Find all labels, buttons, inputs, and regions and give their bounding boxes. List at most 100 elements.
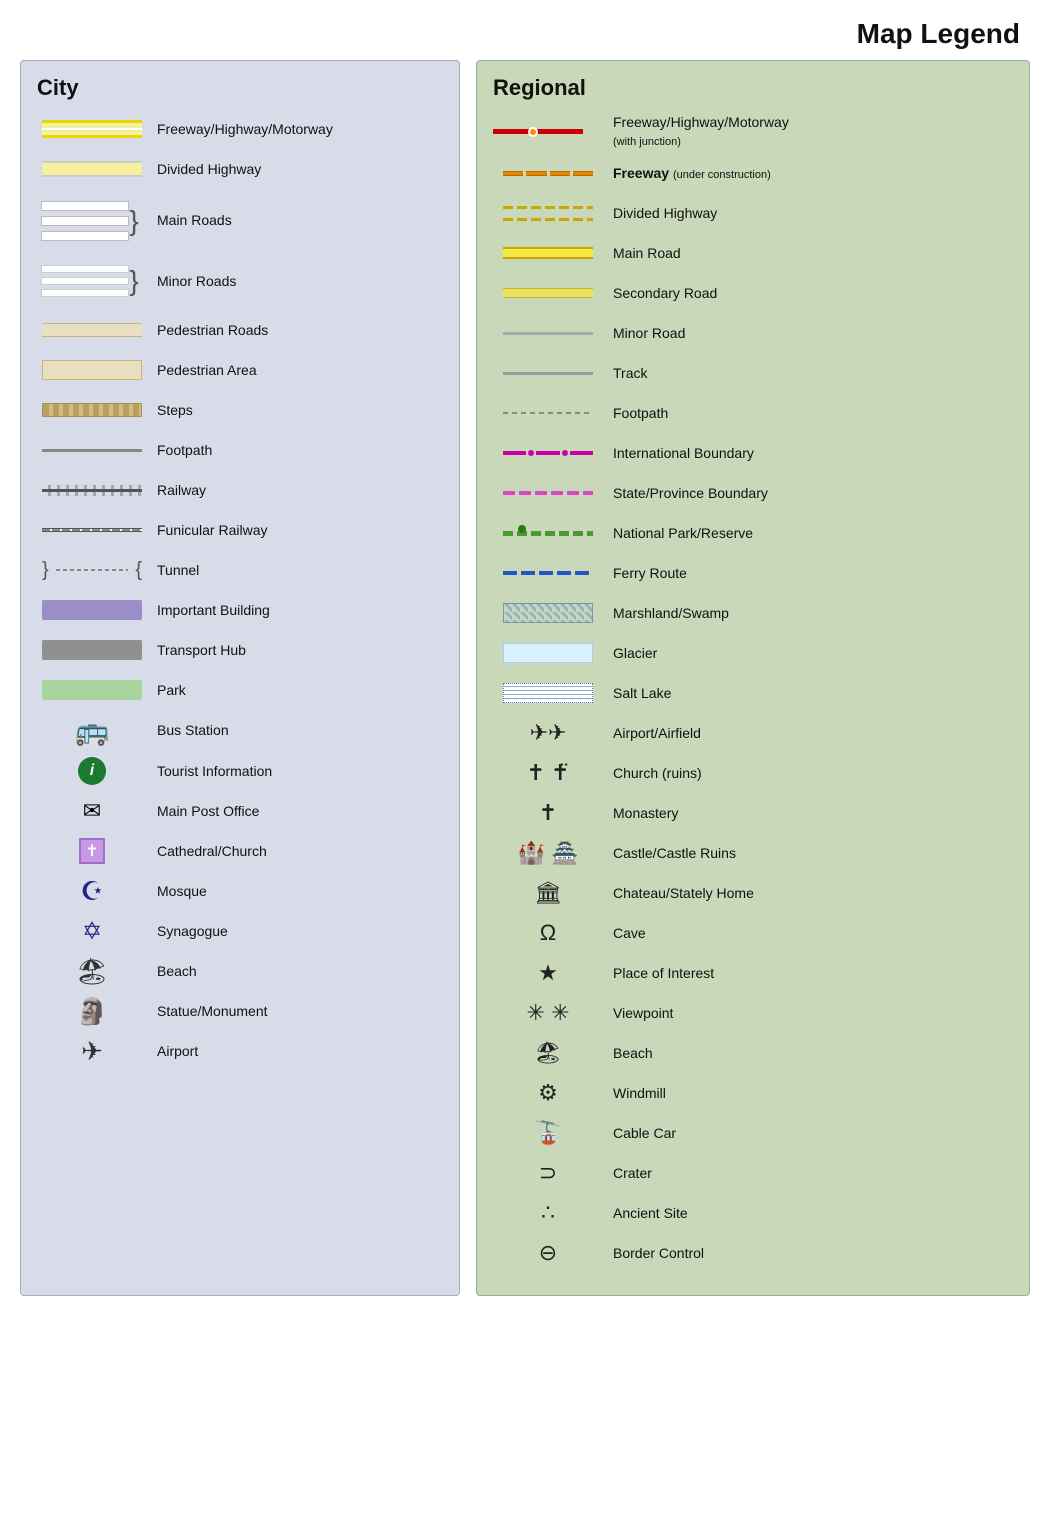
label-ped-area: Pedestrian Area <box>147 361 443 379</box>
label-airport-city: Airport <box>147 1042 443 1060</box>
list-item: National Park/Reserve <box>493 517 1013 549</box>
label-reg-main: Main Road <box>603 244 1013 262</box>
label-reg-marsh: Marshland/Swamp <box>603 604 1013 622</box>
list-item: Glacier <box>493 637 1013 669</box>
symbol-reg-airport: ✈✈ <box>493 720 603 746</box>
bracket-left-icon: } <box>42 560 49 580</box>
list-item: ✈✈ Airport/Airfield <box>493 717 1013 749</box>
list-item: State/Province Boundary <box>493 477 1013 509</box>
list-item: 🏛 Chateau/Stately Home <box>493 877 1013 909</box>
list-item: Marshland/Swamp <box>493 597 1013 629</box>
label-freeway: Freeway/Highway/Motorway <box>147 120 443 138</box>
viewpoint-icon: ✳ ✳ <box>527 1000 570 1026</box>
list-item: Divided Highway <box>493 197 1013 229</box>
symbol-mosque: ☪ <box>37 876 147 907</box>
label-cathedral: Cathedral/Church <box>147 842 443 860</box>
statue-icon: 🗿 <box>76 996 108 1027</box>
label-steps: Steps <box>147 401 443 419</box>
symbol-reg-cablecar: 🚡 <box>493 1120 603 1146</box>
crater-icon: ⊃ <box>539 1160 557 1186</box>
list-item: ✡ Synagogue <box>37 915 443 947</box>
label-reg-secondary: Secondary Road <box>603 284 1013 302</box>
label-reg-divided: Divided Highway <box>603 204 1013 222</box>
list-item: Footpath <box>493 397 1013 429</box>
star-icon: ★ <box>538 960 558 986</box>
symbol-transport-hub <box>37 640 147 660</box>
symbol-reg-minor <box>493 332 603 335</box>
cross-icon: ✝ ✝̈ <box>527 760 570 786</box>
list-item: Minor Road <box>493 317 1013 349</box>
label-reg-beach: Beach <box>603 1044 1013 1062</box>
symbol-reg-castle: 🏰 🏯 <box>493 840 603 866</box>
cave-icon: Ω <box>540 920 556 946</box>
label-reg-saltlake: Salt Lake <box>603 684 1013 702</box>
label-reg-track: Track <box>603 364 1013 382</box>
label-reg-monastery: Monastery <box>603 804 1013 822</box>
label-important-building: Important Building <box>147 601 443 619</box>
label-reg-airport: Airport/Airfield <box>603 724 1013 742</box>
label-reg-state: State/Province Boundary <box>603 484 1013 502</box>
symbol-synagogue: ✡ <box>37 917 147 946</box>
symbol-reg-track <box>493 372 603 375</box>
bus-icon: 🚌 <box>75 714 110 747</box>
symbol-reg-poi: ★ <box>493 960 603 986</box>
list-item: i Tourist Information <box>37 755 443 787</box>
symbol-reg-church: ✝ ✝̈ <box>493 760 603 786</box>
chateau-icon: 🏛 <box>534 880 562 906</box>
symbol-reg-crater: ⊃ <box>493 1160 603 1186</box>
bracket-right-icon: { <box>135 560 142 580</box>
label-statue: Statue/Monument <box>147 1002 443 1020</box>
label-reg-cablecar: Cable Car <box>603 1124 1013 1142</box>
beach-reg-icon: 🏖 <box>534 1040 562 1066</box>
list-item: ⚙ Windmill <box>493 1077 1013 1109</box>
label-reg-poi: Place of Interest <box>603 964 1013 982</box>
airport-icon: ✈ <box>81 1036 103 1067</box>
list-item: Freeway (under construction) <box>493 157 1013 189</box>
symbol-reg-natpark <box>493 528 603 538</box>
symbol-reg-marsh <box>493 603 603 623</box>
list-item: ✝ Monastery <box>493 797 1013 829</box>
list-item: International Boundary <box>493 437 1013 469</box>
symbol-steps <box>37 403 147 417</box>
list-item: 🚡 Cable Car <box>493 1117 1013 1149</box>
label-reg-intl: International Boundary <box>603 444 1013 462</box>
label-reg-church: Church (ruins) <box>603 764 1013 782</box>
symbol-airport-city: ✈ <box>37 1036 147 1067</box>
list-item: Divided Highway <box>37 153 443 185</box>
symbol-reg-intl <box>493 449 603 457</box>
symbol-reg-footpath <box>493 412 603 414</box>
symbol-reg-border: ⊖ <box>493 1240 603 1266</box>
list-item: ✳ ✳ Viewpoint <box>493 997 1013 1029</box>
synagogue-icon: ✡ <box>82 917 102 946</box>
label-ped-roads: Pedestrian Roads <box>147 321 443 339</box>
list-item: ✝ Cathedral/Church <box>37 835 443 867</box>
list-item: ✝ ✝̈ Church (ruins) <box>493 757 1013 789</box>
mosque-icon: ☪ <box>80 876 103 907</box>
label-reg-windmill: Windmill <box>603 1084 1013 1102</box>
city-column: City Freeway/Highway/Motorway Divided Hi… <box>20 60 460 1296</box>
label-divided: Divided Highway <box>147 160 443 178</box>
city-title: City <box>37 75 443 101</box>
symbol-ped-roads <box>37 323 147 337</box>
list-item: ⊃ Crater <box>493 1157 1013 1189</box>
list-item: Freeway/Highway/Motorway (with junction) <box>493 113 1013 149</box>
label-funicular: Funicular Railway <box>147 521 443 539</box>
label-tunnel: Tunnel <box>147 561 443 579</box>
symbol-reg-freeway <box>493 129 603 134</box>
brace-icon: } <box>129 268 138 293</box>
list-item: Important Building <box>37 594 443 626</box>
symbol-park <box>37 680 147 700</box>
symbol-reg-divided <box>493 206 603 221</box>
label-reg-cave: Cave <box>603 924 1013 942</box>
symbol-reg-cave: Ω <box>493 920 603 946</box>
symbol-cathedral: ✝ <box>37 838 147 864</box>
label-mosque: Mosque <box>147 882 443 900</box>
list-item: Freeway/Highway/Motorway <box>37 113 443 145</box>
list-item: Steps <box>37 394 443 426</box>
label-reg-footpath: Footpath <box>603 404 1013 422</box>
label-main-roads: Main Roads <box>147 211 443 229</box>
label-synagogue: Synagogue <box>147 922 443 940</box>
symbol-main-roads: } <box>37 201 147 241</box>
symbol-divided <box>37 161 147 177</box>
list-item: Park <box>37 674 443 706</box>
